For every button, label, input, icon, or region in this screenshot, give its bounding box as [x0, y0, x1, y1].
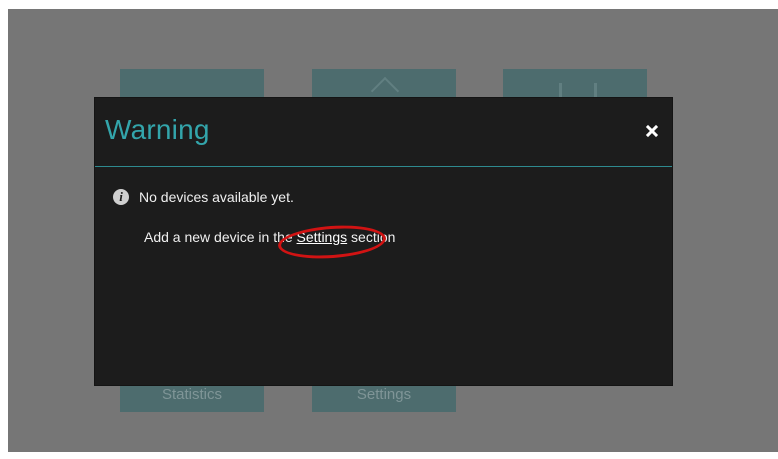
tile-label-statistics: Statistics [161, 386, 222, 403]
no-devices-message: No devices available yet. [139, 189, 294, 205]
info-icon: i [113, 189, 129, 205]
bars-icon [559, 83, 597, 97]
add-device-hint: Add a new device in the Settings section [144, 229, 395, 245]
settings-link[interactable]: Settings [297, 229, 348, 245]
close-button[interactable] [644, 123, 660, 139]
hint-prefix: Add a new device in the [144, 229, 297, 245]
dialog-title: Warning [105, 114, 210, 145]
dialog-header: Warning [95, 98, 672, 167]
warning-dialog: Warning i No devices available yet. Add … [95, 98, 672, 385]
close-icon [645, 124, 659, 138]
screen: Statistics Settings Warning i No devices… [0, 0, 778, 459]
hint-suffix: section [347, 229, 396, 245]
dialog-body: i No devices available yet. Add a new de… [95, 167, 672, 385]
tile-label-settings: Settings [356, 386, 412, 403]
info-message-row: i No devices available yet. [113, 188, 294, 206]
